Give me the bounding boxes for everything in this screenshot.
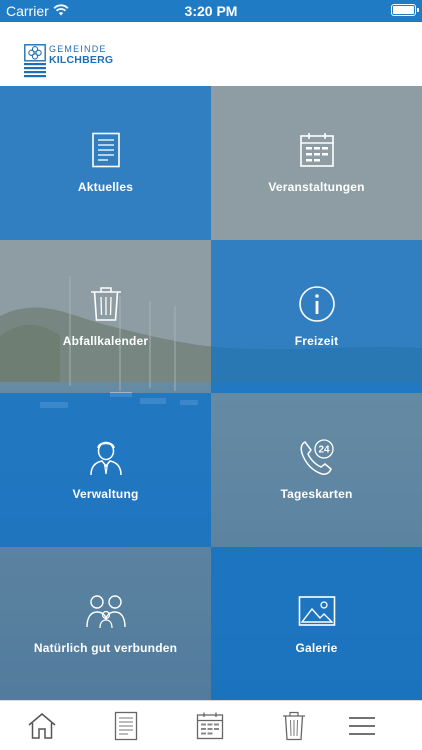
tile-label: Verwaltung: [72, 487, 139, 501]
document-icon: [114, 711, 138, 741]
svg-text:24: 24: [318, 445, 330, 456]
battery-icon: [391, 4, 419, 16]
info-icon: [297, 284, 337, 324]
tab-home[interactable]: [0, 701, 84, 750]
menu-grid: Aktuelles Veranstaltungen Abfallkalender…: [0, 86, 422, 700]
tile-label: Natürlich gut verbunden: [33, 640, 178, 655]
tile-verwaltung[interactable]: Verwaltung: [0, 393, 211, 547]
tile-label: Freizeit: [294, 333, 339, 348]
calendar-icon: [196, 712, 224, 740]
tab-aktuelles[interactable]: [84, 701, 168, 750]
phone-24-icon: 24: [297, 437, 337, 477]
tab-veranstaltungen[interactable]: [168, 701, 252, 750]
logo-line-kilchberg: KILCHBERG: [49, 54, 114, 66]
kilchberg-logo-mark: [24, 44, 46, 78]
status-bar: Carrier 3:20 PM: [0, 0, 422, 22]
tile-aktuelles[interactable]: Aktuelles: [0, 86, 211, 240]
tile-label: Galerie: [295, 640, 338, 655]
logo-text: GEMEINDE KILCHBERG: [49, 44, 113, 66]
image-icon: [297, 591, 337, 631]
menu-icon: [349, 717, 375, 735]
family-icon: [85, 591, 126, 631]
logo-line-gemeinde: GEMEINDE: [49, 44, 107, 54]
trash-icon: [283, 711, 305, 741]
tile-label: Abfallkalender: [62, 333, 149, 348]
trash-icon: [86, 284, 126, 324]
home-icon: [28, 713, 56, 739]
app-header: GEMEINDE KILCHBERG: [0, 22, 422, 86]
tile-abfallkalender[interactable]: Abfallkalender: [0, 239, 211, 393]
calendar-icon: [297, 130, 337, 170]
tile-freizeit[interactable]: Freizeit: [211, 239, 422, 393]
tile-label: Aktuelles: [77, 180, 134, 194]
tile-natuerlich-gut-verbunden[interactable]: Natürlich gut verbunden: [0, 546, 211, 700]
tile-label: Veranstaltungen: [268, 180, 365, 194]
person-icon: [86, 437, 126, 477]
tab-menu[interactable]: [320, 701, 404, 750]
tile-galerie[interactable]: Galerie: [211, 546, 422, 700]
tile-tageskarten[interactable]: 24 Tageskarten: [211, 393, 422, 547]
tile-veranstaltungen[interactable]: Veranstaltungen: [211, 86, 422, 240]
bottom-tab-bar: [0, 700, 422, 750]
tile-label: Tageskarten: [280, 487, 353, 501]
clock: 3:20 PM: [184, 3, 238, 19]
document-icon: [86, 130, 126, 170]
logo[interactable]: GEMEINDE KILCHBERG: [24, 44, 113, 78]
